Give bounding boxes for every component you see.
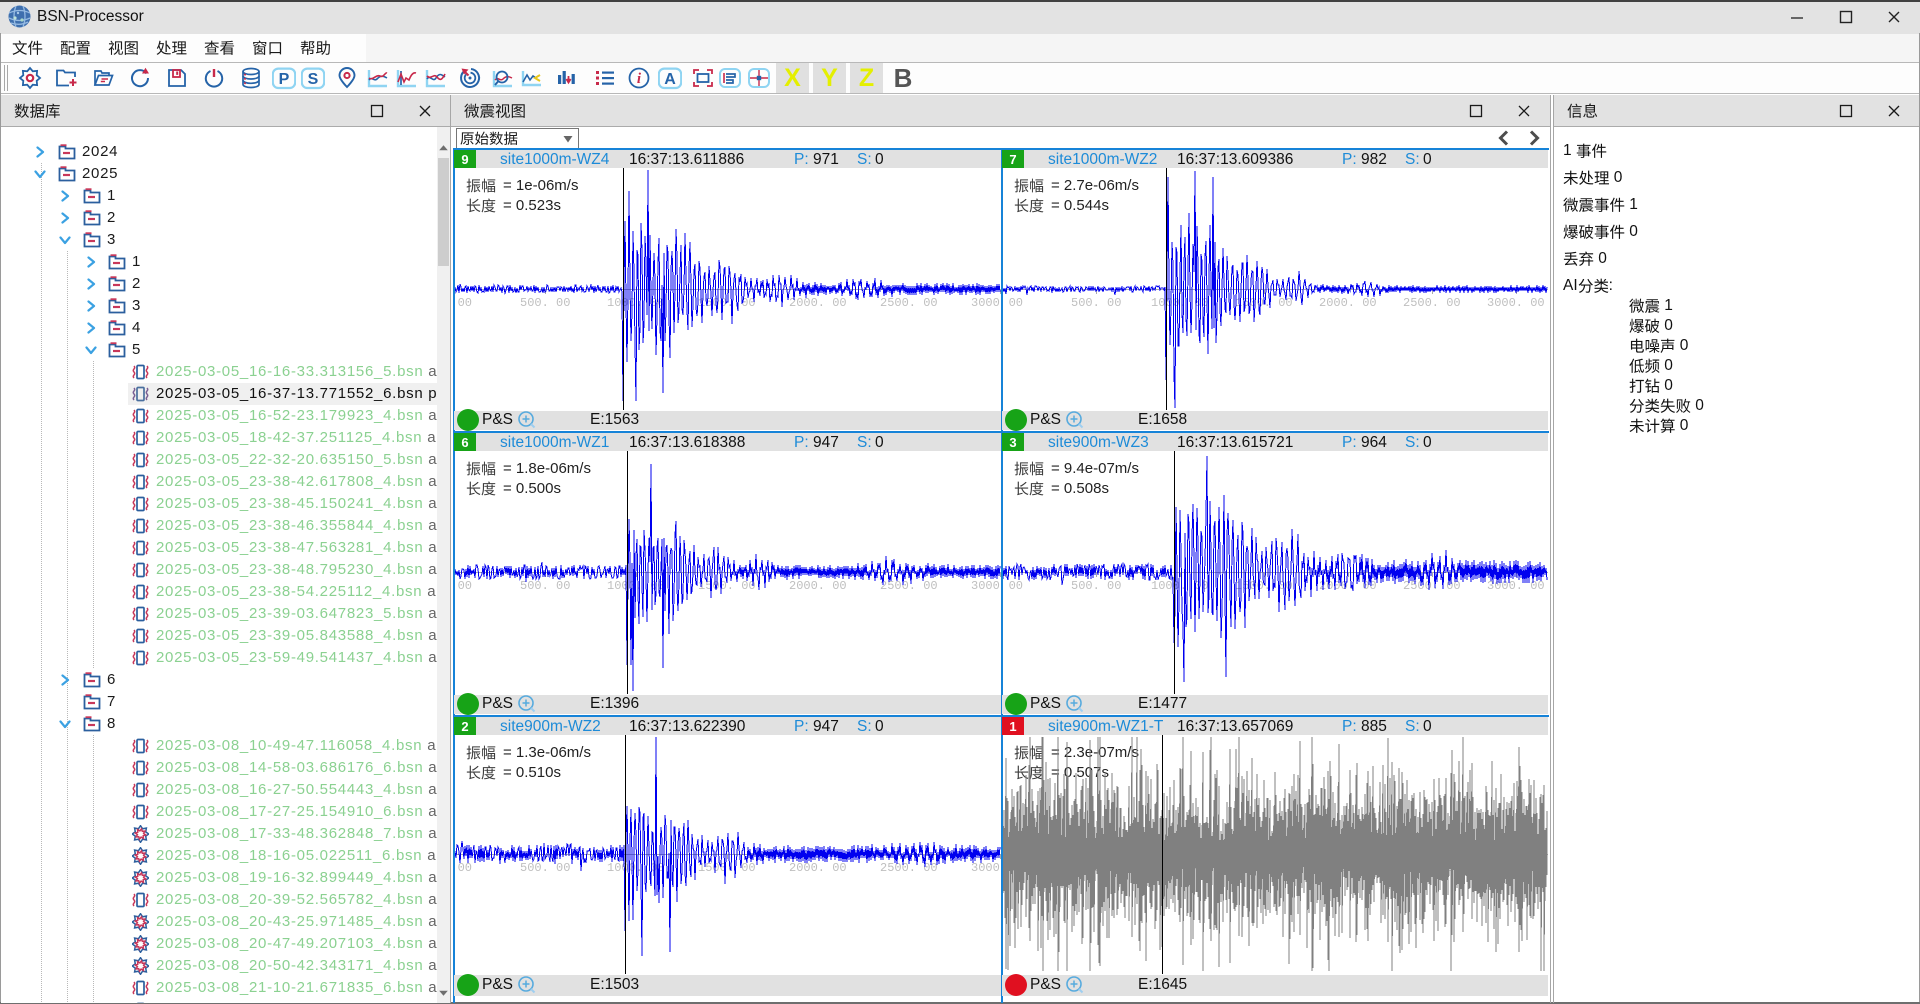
svg-text:P: P — [279, 71, 290, 88]
svg-text:A: A — [664, 71, 676, 88]
svg-text:S: S — [308, 71, 319, 88]
svg-text:i: i — [637, 71, 642, 87]
